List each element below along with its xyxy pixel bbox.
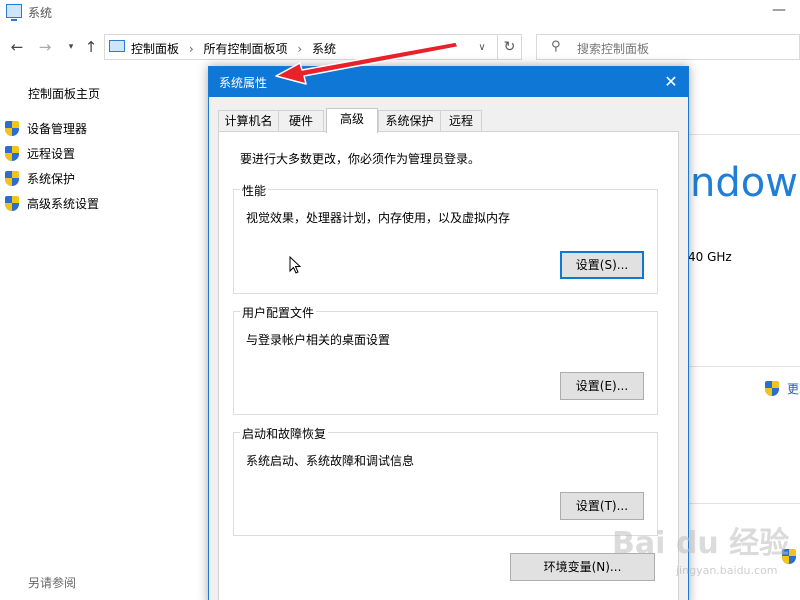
performance-description: 视觉效果，处理器计划，内存使用，以及虚拟内存 — [246, 211, 511, 225]
sidebar-item-label: 远程设置 — [27, 147, 76, 161]
tab-system-protection[interactable]: 系统保护 — [378, 110, 441, 132]
minimize-button[interactable]: — — [764, 2, 794, 22]
user-profiles-description: 与登录帐户相关的桌面设置 — [246, 333, 391, 347]
sidebar-item-label: 高级系统设置 — [27, 197, 100, 211]
tab-strip: 计算机名 硬件 高级 系统保护 远程 — [218, 108, 688, 133]
sidebar-item-device-manager[interactable]: 设备管理器 — [5, 120, 87, 137]
sidebar-item-remote-settings[interactable]: 远程设置 — [5, 145, 75, 162]
advanced-tab-panel: 要进行大多数更改，你必须作为管理员登录。 性能 视觉效果，处理器计划，内存使用，… — [218, 131, 679, 600]
sidebar-item-label: 系统保护 — [27, 172, 76, 186]
admin-note: 要进行大多数更改，你必须作为管理员登录。 — [240, 152, 481, 166]
refresh-icon[interactable]: ↻ — [497, 35, 521, 59]
uac-shield-icon — [5, 171, 19, 186]
uac-shield-icon — [765, 381, 779, 396]
system-app-icon — [6, 4, 22, 21]
tab-remote[interactable]: 远程 — [440, 110, 482, 132]
baidu-watermark-url: jingyan.baidu.com — [676, 564, 778, 577]
divider — [688, 366, 800, 367]
change-settings-label: 更改 — [787, 382, 800, 396]
mouse-cursor-icon — [289, 256, 302, 274]
sidebar-home-link[interactable]: 控制面板主页 — [28, 85, 100, 102]
recent-locations-chevron-icon[interactable]: ▾ — [62, 38, 80, 56]
annotation-arrow-icon — [275, 41, 459, 85]
uac-shield-icon — [5, 121, 19, 136]
window-title: 系统 — [28, 6, 53, 20]
sidebar-item-system-protection[interactable]: 系统保护 — [5, 170, 75, 187]
divider — [688, 134, 800, 135]
search-placeholder[interactable]: 搜索控制面板 — [577, 40, 649, 57]
windows-logo-text: ndow — [690, 160, 798, 206]
control-panel-icon — [109, 40, 125, 52]
performance-group: 性能 视觉效果，处理器计划，内存使用，以及虚拟内存 设置(S)... — [233, 182, 658, 294]
forward-arrow-icon[interactable]: → — [36, 38, 54, 56]
address-dropdown-chevron-icon[interactable]: ∨ — [471, 38, 493, 58]
search-icon: ⚲ — [551, 39, 561, 54]
cpu-speed-text: 40 GHz — [688, 250, 732, 264]
sidebar-item-label: 设备管理器 — [27, 122, 88, 136]
user-profiles-group: 用户配置文件 与登录帐户相关的桌面设置 设置(E)... — [233, 304, 658, 415]
window-titlebar: 系统 — — [0, 0, 800, 28]
performance-legend: 性能 — [240, 182, 269, 199]
startup-recovery-description: 系统启动、系统故障和调试信息 — [246, 454, 415, 468]
performance-settings-button[interactable]: 设置(S)... — [560, 251, 644, 279]
uac-shield-icon — [5, 146, 19, 161]
uac-shield-icon — [5, 196, 19, 211]
tab-hardware[interactable]: 硬件 — [278, 110, 324, 132]
startup-recovery-group: 启动和故障恢复 系统启动、系统故障和调试信息 设置(T)... — [233, 425, 658, 536]
user-profiles-settings-button[interactable]: 设置(E)... — [560, 372, 644, 400]
startup-recovery-settings-button[interactable]: 设置(T)... — [560, 492, 644, 520]
startup-recovery-legend: 启动和故障恢复 — [240, 425, 329, 442]
dialog-title: 系统属性 — [219, 76, 268, 90]
search-box[interactable]: ⚲ 搜索控制面板 — [536, 34, 800, 60]
change-settings-link[interactable]: 更改 — [765, 380, 800, 397]
breadcrumb-separator[interactable]: › — [189, 42, 194, 56]
see-also-heading: 另请参阅 — [28, 576, 77, 590]
close-icon[interactable]: ✕ — [657, 70, 685, 94]
tab-advanced[interactable]: 高级 — [326, 108, 378, 133]
baidu-watermark: Bai du 经验 — [612, 526, 790, 561]
user-profiles-legend: 用户配置文件 — [240, 304, 317, 321]
breadcrumb-control-panel[interactable]: 控制面板 — [131, 42, 179, 56]
sidebar-item-advanced-settings[interactable]: 高级系统设置 — [5, 195, 99, 212]
up-arrow-icon[interactable]: ↑ — [82, 38, 100, 56]
back-arrow-icon[interactable]: ← — [8, 38, 26, 56]
tab-computer-name[interactable]: 计算机名 — [218, 110, 279, 132]
divider — [688, 503, 800, 504]
